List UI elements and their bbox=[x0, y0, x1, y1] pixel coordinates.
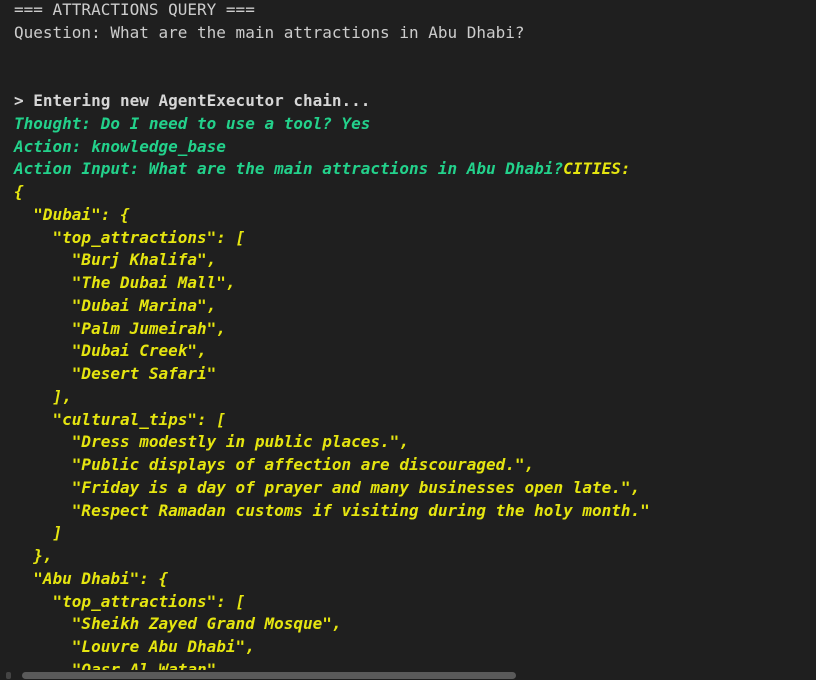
json-line: "Dubai Creek", bbox=[14, 341, 207, 361]
json-line: "Sheikh Zayed Grand Mosque", bbox=[14, 614, 342, 634]
scrollbar-thumb[interactable] bbox=[22, 672, 516, 679]
terminal-output[interactable]: === ATTRACTIONS QUERY === Question: What… bbox=[0, 0, 816, 680]
action-input-text: Action Input: What are the main attracti… bbox=[14, 159, 564, 179]
json-line: "The Dubai Mall", bbox=[14, 273, 236, 292]
json-line: "Abu Dhabi": { bbox=[14, 568, 169, 588]
json-line: "Public displays of affection are discou… bbox=[14, 455, 535, 474]
json-line: "Desert Safari" bbox=[14, 364, 217, 383]
thought-line: Thought: Do I need to use a tool? Yes bbox=[14, 113, 371, 133]
question-line: Question: What are the main attractions … bbox=[14, 22, 525, 42]
json-line: "Palm Jumeirah", bbox=[14, 318, 226, 338]
json-line: "Burj Khalifa", bbox=[14, 250, 217, 270]
json-line: "Louvre Abu Dhabi", bbox=[14, 637, 255, 656]
json-output-block: { "Dubai": { "top_attractions": [ "Burj … bbox=[14, 181, 650, 680]
query-header: === ATTRACTIONS QUERY === bbox=[14, 0, 255, 19]
json-line: "Dress modestly in public places.", bbox=[14, 432, 409, 452]
json-line: ], bbox=[14, 386, 72, 406]
horizontal-scrollbar[interactable] bbox=[0, 670, 816, 680]
json-line: "top_attractions": [ bbox=[14, 227, 246, 247]
json-line: "Dubai Marina", bbox=[14, 295, 217, 315]
json-line: "cultural_tips": [ bbox=[14, 409, 226, 429]
json-line: "Respect Ramadan customs if visiting dur… bbox=[14, 500, 650, 520]
cities-label: CITIES: bbox=[563, 159, 631, 179]
terminal-lines: === ATTRACTIONS QUERY === Question: What… bbox=[14, 0, 650, 680]
json-line: "top_attractions": [ bbox=[14, 591, 246, 611]
json-line: }, bbox=[14, 546, 53, 565]
action-input-line: Action Input: What are the main attracti… bbox=[14, 158, 650, 181]
chain-start-line: > Entering new AgentExecutor chain... bbox=[14, 91, 371, 110]
json-line: { bbox=[14, 182, 24, 201]
scrollbar-left-edge bbox=[6, 672, 11, 679]
json-line: "Friday is a day of prayer and many busi… bbox=[14, 477, 641, 497]
json-line: "Dubai": { bbox=[14, 204, 130, 224]
action-line: Action: knowledge_base bbox=[14, 136, 226, 156]
json-line: ] bbox=[14, 523, 63, 543]
